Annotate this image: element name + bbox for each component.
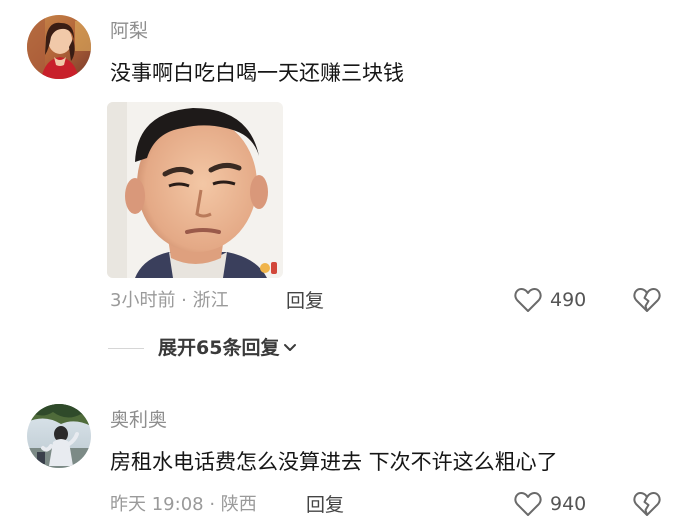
comment-text: 没事啊白吃白喝一天还赚三块钱	[110, 61, 404, 85]
expand-replies-label: 展开65条回复	[158, 337, 280, 359]
like-count: 940	[550, 493, 587, 515]
reply-button[interactable]: 回复	[286, 289, 324, 313]
like-button[interactable]: 940	[514, 491, 586, 517]
like-button[interactable]: 490	[514, 287, 586, 313]
sticker-image[interactable]	[107, 102, 283, 278]
avatar[interactable]	[27, 15, 91, 79]
broken-heart-icon	[633, 491, 661, 517]
comment-meta: 昨天 19:08 · 陕西	[110, 494, 257, 515]
divider	[108, 347, 144, 349]
heart-outline-icon	[514, 287, 542, 313]
dislike-button[interactable]	[633, 287, 661, 317]
broken-heart-icon	[633, 287, 661, 313]
comment-meta: 3小时前 · 浙江	[110, 290, 229, 311]
username[interactable]: 阿梨	[110, 19, 148, 43]
like-count: 490	[550, 289, 587, 311]
username[interactable]: 奥利奥	[110, 408, 167, 432]
expand-replies-button[interactable]: 展开65条回复	[108, 336, 297, 360]
reply-button[interactable]: 回复	[306, 493, 344, 517]
heart-outline-icon	[514, 491, 542, 517]
comment-text: 房租水电话费怎么没算进去 下次不许这么粗心了	[110, 450, 558, 474]
avatar[interactable]	[27, 404, 91, 468]
dislike-button[interactable]	[633, 491, 661, 521]
chevron-down-icon	[283, 343, 297, 353]
